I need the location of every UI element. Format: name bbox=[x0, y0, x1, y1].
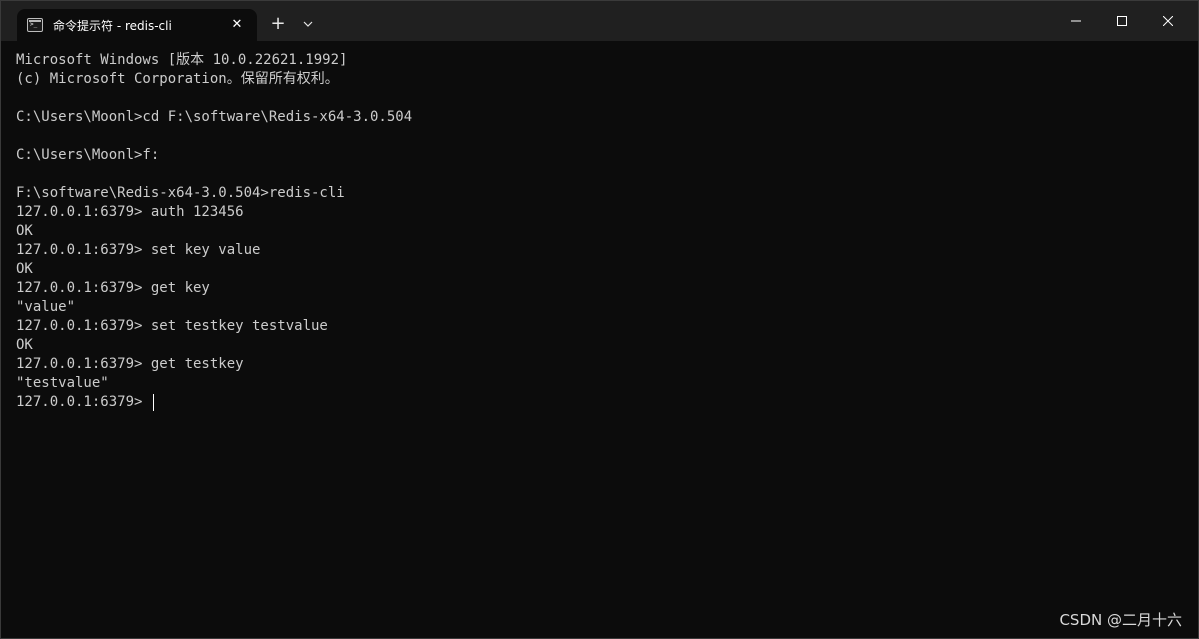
minimize-icon bbox=[1071, 20, 1081, 22]
terminal-line: 127.0.0.1:6379> get key bbox=[16, 280, 210, 296]
new-tab-button[interactable]: + bbox=[267, 13, 289, 35]
text-cursor bbox=[152, 393, 154, 411]
tab-dropdown-button[interactable] bbox=[297, 13, 319, 35]
terminal-line: OK bbox=[16, 261, 33, 277]
close-icon bbox=[1163, 16, 1173, 26]
terminal-line: C:\Users\Moonl>cd F:\software\Redis-x64-… bbox=[16, 109, 413, 125]
terminal-prompt: 127.0.0.1:6379> bbox=[16, 394, 151, 410]
terminal-line: 127.0.0.1:6379> get testkey bbox=[16, 356, 244, 372]
tab-title: 命令提示符 - redis-cli bbox=[53, 18, 172, 33]
terminal-line: "value" bbox=[16, 299, 76, 315]
terminal-line: "testvalue" bbox=[16, 375, 109, 391]
maximize-button[interactable] bbox=[1099, 1, 1145, 41]
terminal-line: OK bbox=[16, 337, 33, 353]
terminal-output[interactable]: Microsoft Windows [版本 10.0.22621.1992] (… bbox=[16, 51, 1198, 412]
tab-redis-cli[interactable]: 命令提示符 - redis-cli ✕ bbox=[17, 9, 257, 41]
terminal-window: 命令提示符 - redis-cli ✕ + Microsoft W bbox=[0, 0, 1199, 639]
terminal-line: OK bbox=[16, 223, 33, 239]
minimize-button[interactable] bbox=[1053, 1, 1099, 41]
terminal-prompt-line[interactable]: 127.0.0.1:6379> bbox=[16, 393, 1198, 412]
terminal-line: Microsoft Windows [版本 10.0.22621.1992] bbox=[16, 52, 348, 68]
maximize-icon bbox=[1117, 16, 1127, 26]
close-tab-button[interactable]: ✕ bbox=[229, 17, 245, 33]
chevron-down-icon bbox=[303, 21, 313, 27]
terminal-line: (c) Microsoft Corporation。保留所有权利。 bbox=[16, 71, 339, 87]
terminal-line: C:\Users\Moonl>f: bbox=[16, 147, 160, 163]
terminal-line: F:\software\Redis-x64-3.0.504>redis-cli bbox=[16, 185, 345, 201]
watermark: CSDN @二月十六 bbox=[1059, 611, 1182, 629]
terminal-line: 127.0.0.1:6379> auth 123456 bbox=[16, 204, 244, 220]
terminal-line: 127.0.0.1:6379> set testkey testvalue bbox=[16, 318, 328, 334]
terminal-icon bbox=[27, 18, 43, 32]
close-window-button[interactable] bbox=[1145, 1, 1191, 41]
title-bar: 命令提示符 - redis-cli ✕ + bbox=[1, 1, 1198, 41]
terminal-line: 127.0.0.1:6379> set key value bbox=[16, 242, 261, 258]
